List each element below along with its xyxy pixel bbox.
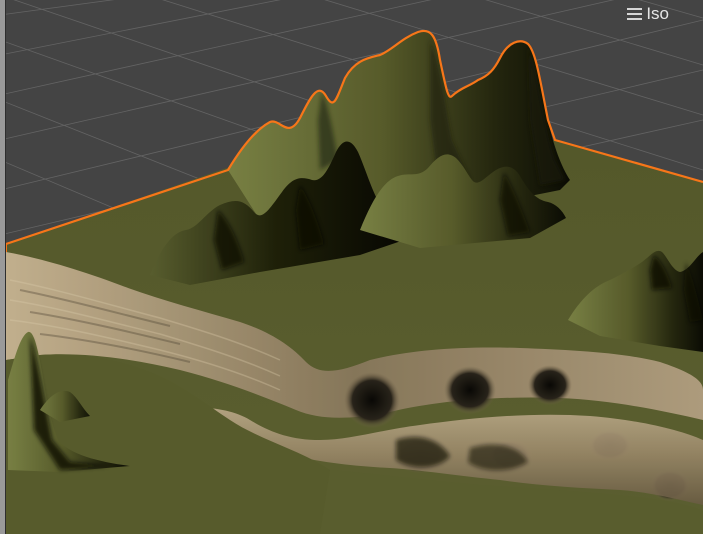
scene-viewport[interactable]: Iso — [0, 0, 703, 534]
view-mode-toggle[interactable]: Iso — [627, 4, 669, 24]
hamburger-menu-icon[interactable] — [627, 8, 643, 20]
viewport-left-border — [0, 0, 6, 534]
view-mode-label[interactable]: Iso — [646, 4, 669, 24]
terrain-scene[interactable] — [0, 0, 703, 534]
scene-overlay — [5, 0, 703, 534]
